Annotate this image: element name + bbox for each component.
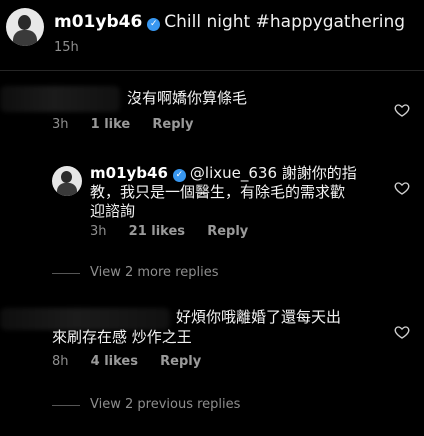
avatar-head — [61, 171, 72, 183]
verified-badge-icon: ✓ — [172, 169, 186, 182]
comment-item: 好煩你哦離婚了還每天出 來刷存在感 炒作之王 8h 4 likes Reply — [0, 306, 424, 376]
reply-time: 3h — [90, 224, 107, 239]
divider — [0, 70, 424, 71]
caption-text: Chill night #happygathering — [164, 12, 406, 32]
heart-icon[interactable] — [394, 180, 410, 196]
caption-username[interactable]: m01yb46 — [54, 12, 142, 32]
avatar[interactable] — [52, 166, 82, 196]
reply-item: m01yb46 ✓ @lixue_636 謝謝你的指 教，我只是一個醫生，有除毛的需… — [0, 160, 424, 250]
post-caption: m01yb46 ✓ Chill night #happygathering 15h — [6, 6, 414, 56]
reply-text-line2: 教，我只是一個醫生，有除毛的需求歡 — [90, 183, 346, 201]
view-replies-line — [52, 405, 80, 406]
comment-text: 沒有啊嬌你算條毛 — [127, 89, 248, 107]
comment-text-line1: 好煩你哦離婚了還每天出 — [176, 308, 342, 326]
comment-meta: 3h 1 like Reply — [52, 117, 211, 132]
reply-username[interactable]: m01yb46 — [90, 164, 168, 182]
reply-text-line1: 謝謝你的指 — [281, 164, 357, 182]
view-replies-line — [52, 273, 80, 274]
avatar[interactable] — [6, 8, 44, 46]
comment-time: 3h — [52, 117, 69, 132]
reply-text-line3: 迎諮詢 — [90, 202, 136, 220]
comment-text-line2: 來刷存在感 炒作之王 — [52, 328, 192, 346]
view-previous-replies[interactable]: View 2 previous replies — [90, 397, 240, 412]
comment-item: 沒有啊嬌你算條毛 3h 1 like Reply — [0, 82, 424, 142]
reply-button[interactable]: Reply — [207, 224, 248, 239]
comment-likes[interactable]: 4 likes — [91, 354, 138, 369]
reply-button[interactable]: Reply — [152, 117, 193, 132]
heart-icon[interactable] — [394, 324, 410, 340]
reply-meta: 3h 21 likes Reply — [90, 224, 266, 239]
reply-text: m01yb46 ✓ @lixue_636 謝謝你的指 教，我只是一個醫生，有除毛的需… — [90, 164, 390, 221]
comment-meta: 8h 4 likes Reply — [52, 354, 219, 369]
avatar-body — [13, 30, 37, 46]
reply-line-1: m01yb46 ✓ @lixue_636 謝謝你的指 — [90, 164, 390, 183]
blurred-user-area — [0, 308, 170, 330]
caption-time: 15h — [54, 40, 79, 55]
comment-time: 8h — [52, 354, 69, 369]
heart-icon[interactable] — [394, 102, 410, 118]
reply-likes[interactable]: 21 likes — [129, 224, 185, 239]
verified-badge-icon: ✓ — [147, 18, 161, 31]
reply-button[interactable]: Reply — [160, 354, 201, 369]
view-more-replies[interactable]: View 2 more replies — [90, 265, 219, 280]
reply-mention[interactable]: @lixue_636 — [190, 164, 277, 182]
comments-page: m01yb46 ✓ Chill night #happygathering 15h … — [0, 0, 424, 436]
avatar-head — [18, 15, 31, 30]
comment-likes[interactable]: 1 like — [91, 117, 131, 132]
caption-line: m01yb46 ✓ Chill night #happygathering — [54, 12, 405, 32]
blurred-user-area — [0, 86, 120, 112]
avatar-body — [57, 183, 77, 196]
